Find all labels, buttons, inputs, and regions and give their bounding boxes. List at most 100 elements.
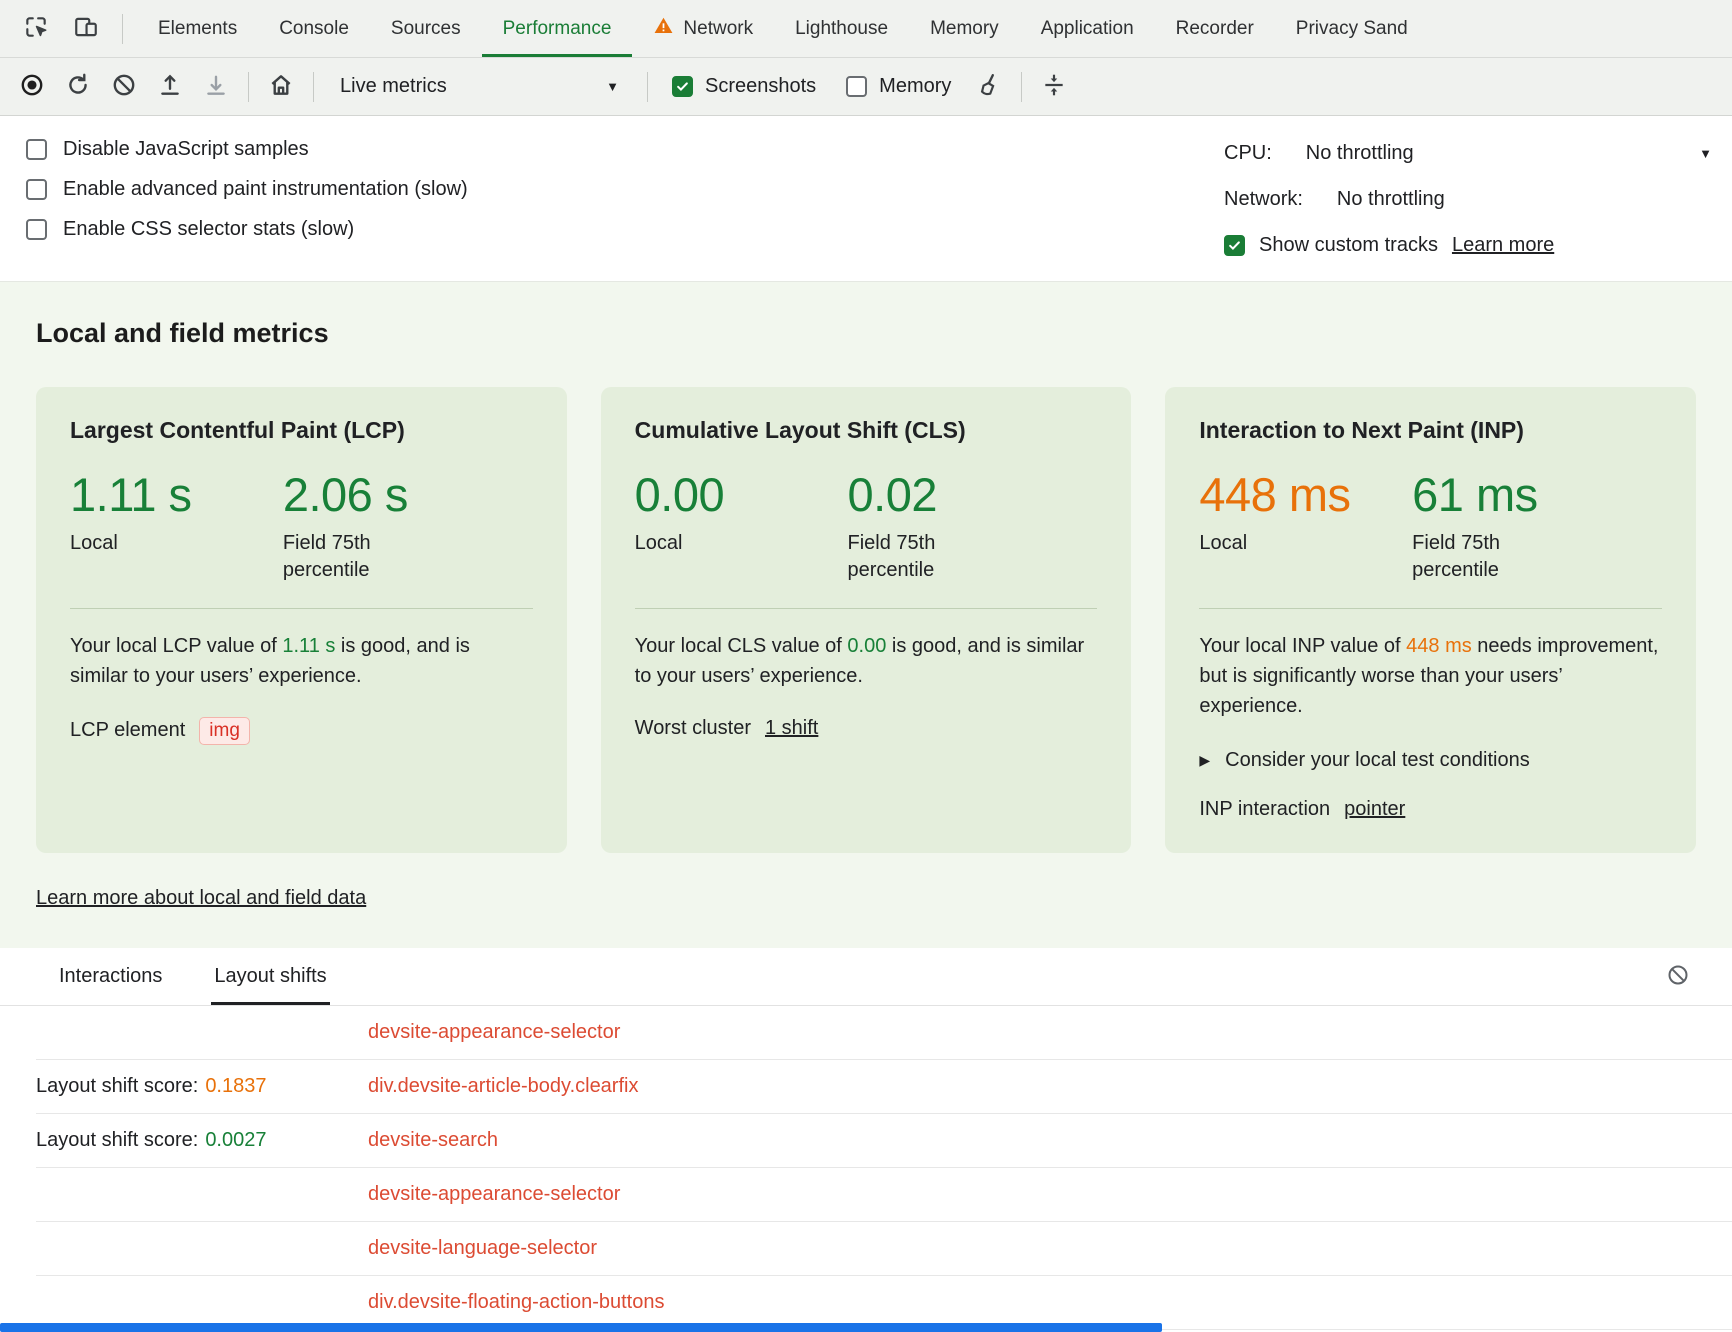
local-test-conditions-disclosure[interactable]: ▶ Consider your local test conditions (1199, 749, 1662, 772)
tab-sources[interactable]: Sources (370, 0, 482, 57)
horizontal-scrollbar-thumb[interactable] (0, 1323, 1162, 1332)
node-link[interactable]: div.devsite-floating-action-buttons (368, 1291, 664, 1314)
node-link[interactable]: devsite-appearance-selector (368, 1021, 620, 1044)
home-icon (268, 72, 294, 101)
capture-settings-right: CPU: No throttling ▼ Network: No throttl… (1224, 130, 1732, 261)
tab-label: Recorder (1176, 18, 1254, 40)
record-and-reload-button[interactable] (56, 66, 100, 108)
tab-memory[interactable]: Memory (909, 0, 1020, 57)
screenshots-checkbox-row[interactable]: Screenshots (672, 75, 816, 98)
lcp-element-node-link[interactable]: img (199, 717, 250, 745)
memory-checkbox-row[interactable]: Memory (846, 75, 951, 98)
lcp-element-label: LCP element (70, 719, 185, 742)
view-mode-select[interactable]: Live metrics ▼ (328, 67, 633, 107)
tab-application[interactable]: Application (1020, 0, 1155, 57)
divider (122, 14, 123, 44)
devtools-tabbar: Elements Console Sources Performance Net… (0, 0, 1732, 58)
broom-icon (976, 72, 1002, 101)
disclosure-label: Consider your local test conditions (1225, 749, 1530, 772)
download-icon (203, 72, 229, 101)
screenshots-label: Screenshots (705, 75, 816, 98)
memory-checkbox[interactable] (846, 76, 867, 97)
tab-label: Network (683, 18, 753, 40)
tab-label: Memory (930, 18, 999, 40)
divider (1199, 608, 1662, 609)
tab-recorder[interactable]: Recorder (1155, 0, 1275, 57)
clear-button[interactable] (102, 66, 146, 108)
tab-layout-shifts[interactable]: Layout shifts (211, 948, 329, 1005)
collect-garbage-button[interactable] (967, 66, 1011, 108)
metric-card-cls: Cumulative Layout Shift (CLS) 0.00 Local… (601, 387, 1132, 853)
learn-more-local-field-link[interactable]: Learn more about local and field data (36, 887, 366, 910)
chevron-down-icon: ▼ (1699, 146, 1712, 161)
lcp-description: Your local LCP value of 1.11 s is good, … (70, 631, 533, 691)
toggle-device-toolbar-button[interactable] (64, 8, 108, 50)
device-toolbar-icon (73, 14, 99, 43)
metrics-heading: Local and field metrics (36, 318, 1696, 349)
lcp-field-value: 2.06 s (283, 470, 418, 521)
node-link[interactable]: devsite-search (368, 1129, 498, 1152)
layout-shift-row: devsite-language-selector (36, 1222, 1732, 1276)
inspect-element-button[interactable] (14, 8, 58, 50)
network-value: No throttling (1337, 188, 1445, 211)
tab-performance[interactable]: Performance (482, 0, 633, 57)
home-button[interactable] (259, 66, 303, 108)
checkbox-css-selector-stats[interactable]: Enable CSS selector stats (slow) (26, 218, 468, 241)
shift-score-label: Layout shift score: (36, 1075, 198, 1097)
lcp-field-label: Field 75th percentile (283, 530, 418, 584)
lcp-local-value: 1.11 s (70, 470, 283, 521)
load-profile-button[interactable] (148, 66, 192, 108)
compress-icon (1041, 72, 1067, 101)
checkbox-advanced-paint-instrumentation[interactable]: Enable advanced paint instrumentation (s… (26, 178, 468, 201)
lcp-values: 1.11 s Local 2.06 s Field 75th percentil… (70, 470, 533, 584)
tab-network[interactable]: Network (632, 0, 774, 57)
inp-interaction-label: INP interaction (1199, 798, 1330, 821)
network-label: Network: (1224, 188, 1303, 211)
tab-label: Console (279, 18, 349, 40)
save-profile-button[interactable] (194, 66, 238, 108)
record-button[interactable] (10, 66, 54, 108)
tab-elements[interactable]: Elements (137, 0, 258, 57)
node-link[interactable]: devsite-appearance-selector (368, 1183, 620, 1206)
cpu-throttling-select[interactable]: CPU: No throttling ▼ (1224, 138, 1732, 169)
tab-label: Interactions (59, 965, 162, 988)
memory-label: Memory (879, 75, 951, 98)
node-link[interactable]: div.devsite-article-body.clearfix (368, 1075, 638, 1098)
checkbox[interactable] (26, 219, 47, 240)
screenshots-checkbox[interactable] (672, 76, 693, 97)
chevron-down-icon: ▼ (606, 79, 619, 94)
checkbox-label: Enable advanced paint instrumentation (s… (63, 178, 468, 201)
live-metrics-log: Interactions Layout shifts devsite-appea… (0, 948, 1732, 1330)
checkbox-show-custom-tracks[interactable] (1224, 235, 1245, 256)
inp-field-label: Field 75th percentile (1412, 530, 1547, 584)
performance-toolbar: Live metrics ▼ Screenshots Memory (0, 58, 1732, 116)
disclosure-triangle-icon: ▶ (1199, 752, 1210, 769)
tab-lighthouse[interactable]: Lighthouse (774, 0, 909, 57)
worst-cluster-link[interactable]: 1 shift (765, 717, 818, 740)
checkbox[interactable] (26, 179, 47, 200)
shift-score-value: 0.0027 (205, 1129, 266, 1151)
checkbox[interactable] (26, 139, 47, 160)
tab-privacy-sandbox[interactable]: Privacy Sand (1275, 0, 1429, 57)
desc-text: Your local CLS value of (635, 635, 848, 657)
tab-interactions[interactable]: Interactions (56, 948, 165, 1005)
local-field-metrics: Local and field metrics Largest Contentf… (0, 281, 1732, 948)
inp-interaction-link[interactable]: pointer (1344, 798, 1405, 821)
reload-icon (65, 72, 91, 101)
node-link[interactable]: devsite-language-selector (368, 1237, 597, 1260)
tab-label: Layout shifts (214, 965, 326, 988)
checkbox-disable-js-samples[interactable]: Disable JavaScript samples (26, 138, 468, 161)
network-throttling-select[interactable]: Network: No throttling ▼ (1224, 184, 1732, 215)
learn-more-link[interactable]: Learn more (1452, 234, 1554, 257)
layout-shift-row: Layout shift score: 0.0027 devsite-search (36, 1114, 1732, 1168)
worst-cluster-label: Worst cluster (635, 717, 751, 740)
shrink-tracks-button[interactable] (1032, 66, 1076, 108)
metric-cards: Largest Contentful Paint (LCP) 1.11 s Lo… (36, 387, 1696, 853)
tab-console[interactable]: Console (258, 0, 370, 57)
inspect-cursor-icon (23, 14, 49, 43)
cls-values: 0.00 Local 0.02 Field 75th percentile (635, 470, 1098, 584)
cpu-value: No throttling (1306, 142, 1414, 165)
capture-settings: Disable JavaScript samples Enable advanc… (0, 116, 1732, 281)
shift-score-label: Layout shift score: (36, 1129, 198, 1151)
clear-log-button[interactable] (1662, 961, 1694, 993)
